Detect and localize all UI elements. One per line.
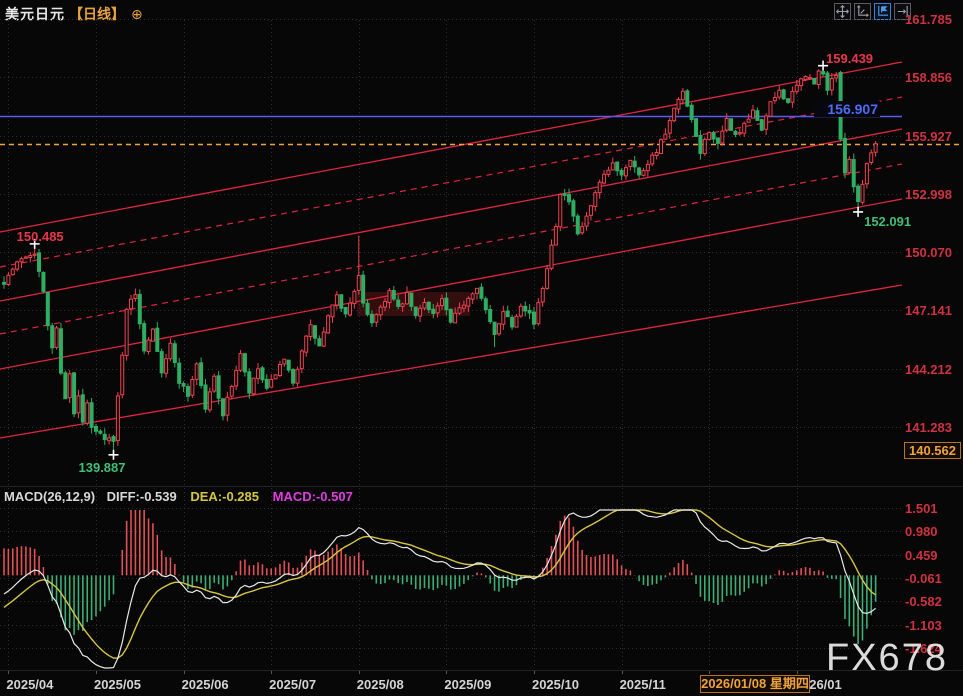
macd-axis-label: 0.980 — [905, 524, 938, 539]
time-axis-label: 2025/10 — [532, 677, 579, 692]
time-axis-label: 2025/06 — [182, 677, 229, 692]
high-price-marker-label: 159.439 — [826, 51, 873, 66]
price-axis-label: 150.070 — [905, 245, 952, 260]
low-price-marker-label: 139.887 — [79, 460, 126, 475]
time-axis-label: 2025/09 — [444, 677, 491, 692]
blue-hline-label: 156.907 — [814, 101, 880, 117]
macd-axis-label: 1.501 — [905, 501, 938, 516]
date-box: 2026/01/08 星期四 — [700, 675, 810, 693]
price-axis-label: 144.212 — [905, 362, 952, 377]
macd-header: MACD(26,12,9) DIFF:-0.539 DEA:-0.285 MAC… — [4, 489, 353, 504]
macd-axis-label: -0.582 — [905, 594, 942, 609]
time-axis-label: 2025/04 — [6, 677, 53, 692]
macd-diff-value: DIFF:-0.539 — [107, 489, 177, 504]
price-axis-label: 158.856 — [905, 70, 952, 85]
price-axis-label: 141.283 — [905, 420, 952, 435]
time-axis-label: 2025/07 — [269, 677, 316, 692]
macd-macd-value: MACD:-0.507 — [273, 489, 353, 504]
low-price-box: 140.562 — [904, 442, 961, 459]
macd-axis-label: -1.103 — [905, 618, 942, 633]
high-price-marker-label: 150.485 — [17, 229, 64, 244]
time-axis-label: 2025/08 — [357, 677, 404, 692]
chart-window: 美元日元 【日线】 ⊕ 161.785158.856155.927152 — [0, 0, 963, 696]
time-axis-label: 2025/11 — [620, 677, 666, 692]
price-axis-label: 147.141 — [905, 303, 952, 318]
macd-dea-value: DEA:-0.285 — [190, 489, 259, 504]
price-axis-label: 152.998 — [905, 187, 952, 202]
low-price-marker-label: 152.091 — [864, 214, 911, 229]
time-axis-label: 2025/05 — [94, 677, 141, 692]
macd-axis-label: -0.061 — [905, 571, 942, 586]
macd-axis-label: 0.459 — [905, 548, 938, 563]
price-axis-label: 161.785 — [905, 12, 952, 27]
price-axis-label: 155.927 — [905, 129, 952, 144]
macd-title: MACD(26,12,9) — [4, 489, 95, 504]
fx678-watermark: FX678 — [826, 637, 961, 680]
